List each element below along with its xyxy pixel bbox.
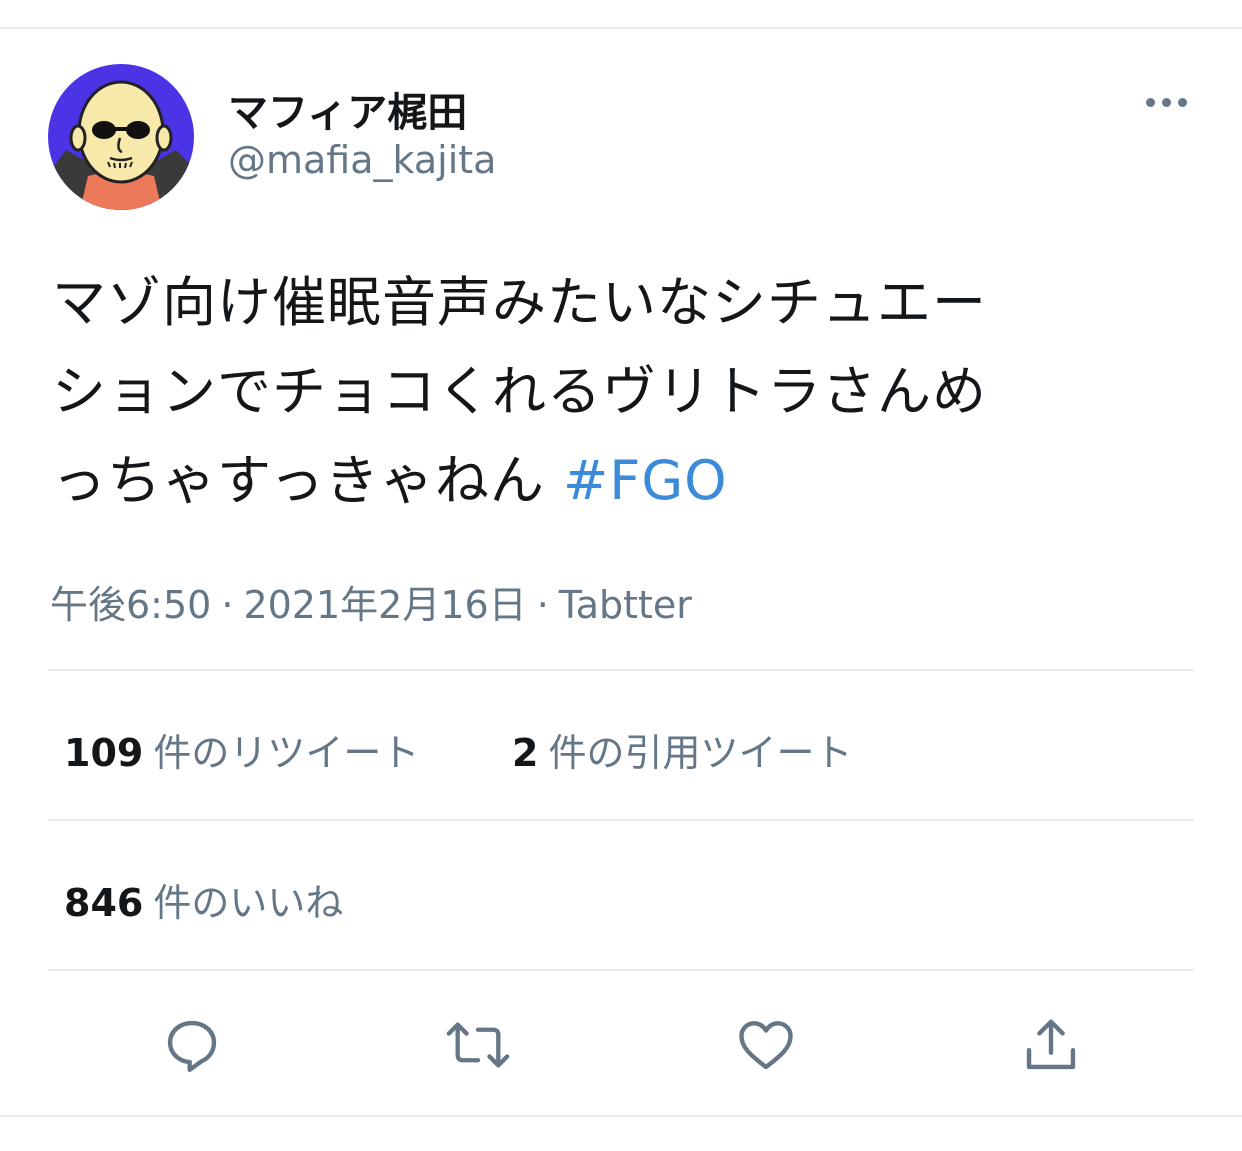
like-count: 846 [64,881,144,925]
retweet-button[interactable] [443,1010,513,1080]
quote-count: 2 [512,731,539,775]
bottom-divider [0,1115,1242,1117]
quotes-stat[interactable]: 2 件の引用ツイート [512,722,852,777]
like-label: 件のいいね [153,881,344,925]
like-button[interactable] [731,1010,801,1080]
author-display-name[interactable]: マフィア梶田 [228,80,467,138]
tweet-text-line: マゾ向け催眠音声みたいなシチュエー [52,271,987,334]
tweet-client[interactable]: Tabtter [559,583,692,627]
retweet-count: 109 [64,731,144,775]
reply-icon [167,1020,217,1072]
avatar-illustration [48,64,194,210]
avatar[interactable] [48,64,194,210]
share-icon [1026,1019,1076,1070]
meta-separator: · [536,583,549,627]
tweet-text-line: ションでチョコくれるヴリトラさんめ [52,360,987,423]
author-handle[interactable]: @mafia_kajita [228,138,496,182]
share-button[interactable] [1016,1010,1086,1080]
more-options-button[interactable] [1136,82,1196,122]
retweet-icon [446,1022,510,1068]
divider [48,969,1194,971]
meta-separator: · [221,583,234,627]
quote-label: 件の引用ツイート [548,731,853,775]
divider [48,819,1194,821]
tweet-time[interactable]: 午後6:50 [50,583,211,627]
hashtag-link[interactable]: #FGO [563,449,728,512]
retweets-stat[interactable]: 109 件のリツイート [64,722,419,777]
tweet-text: マゾ向け催眠音声みたいなシチュエー ションでチョコくれるヴリトラさんめ っちゃす… [52,258,1172,525]
tweet-meta: 午後6:50 · 2021年2月16日 · Tabtter [50,574,692,629]
tweet-date[interactable]: 2021年2月16日 [243,583,526,627]
tweet-text-fragment: っちゃすっきゃねん [52,449,564,512]
more-horizontal-icon [1145,97,1187,107]
retweet-label: 件のリツイート [153,731,420,775]
heart-icon [739,1021,793,1070]
tweet-text-line: っちゃすっきゃねん #FGO [52,436,1172,525]
divider [48,669,1194,671]
likes-stat[interactable]: 846 件のいいね [64,872,343,927]
reply-button[interactable] [157,1010,227,1080]
top-divider [0,27,1242,29]
